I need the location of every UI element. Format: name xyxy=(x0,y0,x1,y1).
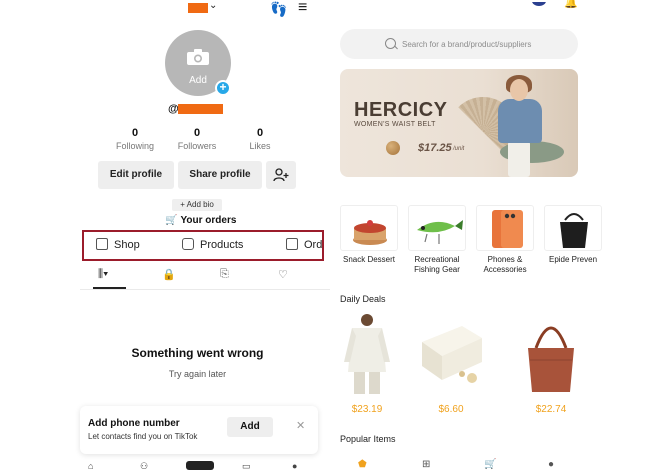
redacted-username[interactable] xyxy=(188,3,208,13)
add-phone-card: Add phone number Let contacts find you o… xyxy=(80,406,318,454)
repost-icon[interactable]: ⎘ xyxy=(220,268,229,281)
add-user-icon xyxy=(273,168,289,182)
tab-products-label: Products xyxy=(200,239,244,251)
liked-icon[interactable]: ♡ xyxy=(278,268,288,281)
model-image xyxy=(510,79,528,101)
stat-value: 0 xyxy=(131,127,139,139)
bell-icon[interactable]: 🔔 xyxy=(564,0,578,9)
handbag-icon xyxy=(518,312,584,396)
fishing-lure-icon xyxy=(408,205,466,251)
grid-icon[interactable]: ⫼▾ xyxy=(98,268,108,281)
profile-content-tabs: ⫼▾ 🔒 ⎘ ♡ xyxy=(80,265,330,289)
profile-panel: ⌄ 👣 ≡ Add + @ 0 Following 0 Followers 0 … xyxy=(80,0,330,470)
tab-orders-label: Orders xyxy=(304,239,323,251)
home-icon[interactable]: ⬟ xyxy=(358,459,367,470)
clipboard-icon xyxy=(286,238,298,250)
category-item[interactable]: Phones & Accessories xyxy=(476,205,534,275)
tab-shop[interactable]: Shop xyxy=(96,232,140,259)
shop-tabs-highlight: Shop Products Orders xyxy=(82,230,324,261)
friends-icon[interactable]: ⚇ xyxy=(140,461,148,470)
stat-value: 0 xyxy=(193,127,201,139)
inbox-icon[interactable]: ▭ xyxy=(242,461,251,470)
us-flag-icon[interactable] xyxy=(532,0,546,6)
add-phone-button[interactable]: Add xyxy=(227,417,273,437)
chevron-down-icon[interactable]: ⌄ xyxy=(209,0,217,11)
footprints-icon[interactable]: 👣 xyxy=(270,1,287,18)
add-avatar-icon[interactable]: + xyxy=(215,80,231,96)
phone-card-title: Add phone number xyxy=(88,418,180,429)
category-label: Snack Dessert xyxy=(342,255,396,264)
category-label: Phones & Accessories xyxy=(483,255,527,274)
shop-bottom-nav: ⬟ ⊞ 🛒 ● xyxy=(330,459,590,470)
deal-price: $22.74 xyxy=(535,404,567,415)
daily-deals-title: Daily Deals xyxy=(340,294,386,304)
model-image xyxy=(498,99,542,143)
promo-banner[interactable]: HERCICY WOMEN'S WAIST BELT $17.25 /unit xyxy=(340,69,578,177)
banner-brand: HERCICY xyxy=(354,99,448,121)
cake-icon xyxy=(340,205,398,251)
your-orders-link[interactable]: 🛒 Your orders xyxy=(165,215,236,226)
phone-icon xyxy=(476,205,534,251)
create-icon[interactable] xyxy=(186,461,214,470)
shirt-icon xyxy=(334,312,400,396)
cart-icon[interactable]: 🛒 xyxy=(484,459,496,470)
phone-card-subtitle: Let contacts find you on TikTok xyxy=(88,432,198,441)
stat-label: Followers xyxy=(177,141,217,151)
error-subtitle: Try again later xyxy=(168,369,227,379)
error-title: Something went wrong xyxy=(131,346,264,360)
categories-icon[interactable]: ⊞ xyxy=(422,459,430,470)
box-icon xyxy=(182,238,194,250)
redacted-handle xyxy=(178,104,223,114)
category-label: Epide Preven xyxy=(548,255,598,264)
deal-item[interactable]: $23.19 xyxy=(334,312,400,415)
share-profile-button[interactable]: Share profile xyxy=(178,161,262,189)
category-item[interactable]: Epide Preven xyxy=(544,205,602,265)
stat-label: Likes xyxy=(249,141,271,151)
lock-icon[interactable]: 🔒 xyxy=(162,268,176,281)
stat-value: 0 xyxy=(256,127,264,139)
bag-icon xyxy=(544,205,602,251)
search-bar[interactable] xyxy=(340,29,578,59)
home-icon[interactable]: ⌂ xyxy=(88,461,93,470)
search-icon xyxy=(385,38,396,49)
model-image xyxy=(508,141,530,177)
your-orders-label: Your orders xyxy=(180,215,237,226)
deal-item[interactable]: $22.74 xyxy=(518,312,584,415)
bottom-nav: ⌂ ⚇ ▭ ● xyxy=(80,461,330,470)
deal-price: $6.60 xyxy=(438,404,464,415)
account-icon[interactable]: ● xyxy=(548,459,554,470)
decorative-ball xyxy=(386,141,400,155)
popular-items-title: Popular Items xyxy=(340,434,396,444)
tab-shop-label: Shop xyxy=(114,239,140,251)
tab-products[interactable]: Products xyxy=(182,232,243,259)
deal-item[interactable]: $6.60 xyxy=(418,312,484,415)
banner-subtitle: WOMEN'S WAIST BELT xyxy=(354,121,436,128)
search-input[interactable] xyxy=(402,36,572,52)
profile-icon[interactable]: ● xyxy=(292,461,297,470)
shop-panel: 🔔 HERCICY WOMEN'S WAIST BELT $17.25 /uni… xyxy=(330,0,602,470)
edit-profile-button[interactable]: Edit profile xyxy=(98,161,174,189)
gift-box-icon xyxy=(418,312,484,396)
category-label: Recreational Fishing Gear xyxy=(414,255,460,274)
stat-following[interactable]: 0 Following xyxy=(110,127,160,151)
close-icon[interactable]: ✕ xyxy=(296,419,305,432)
banner-unit: /unit xyxy=(453,146,465,152)
category-item[interactable]: Snack Dessert xyxy=(340,205,398,265)
camera-icon xyxy=(187,49,209,65)
add-friend-button[interactable] xyxy=(266,161,296,189)
store-icon xyxy=(96,238,108,250)
menu-icon[interactable]: ≡ xyxy=(298,0,307,16)
category-item[interactable]: Recreational Fishing Gear xyxy=(408,205,466,275)
banner-price: $17.25 xyxy=(418,142,452,154)
divider xyxy=(80,289,330,290)
stat-label: Following xyxy=(115,141,155,151)
add-bio-button[interactable]: + Add bio xyxy=(172,199,222,211)
cart-icon: 🛒 xyxy=(165,215,178,226)
deal-price: $23.19 xyxy=(351,404,383,415)
stat-likes[interactable]: 0 Likes xyxy=(235,127,285,151)
tab-orders[interactable]: Orders xyxy=(286,232,323,259)
stat-followers[interactable]: 0 Followers xyxy=(172,127,222,151)
